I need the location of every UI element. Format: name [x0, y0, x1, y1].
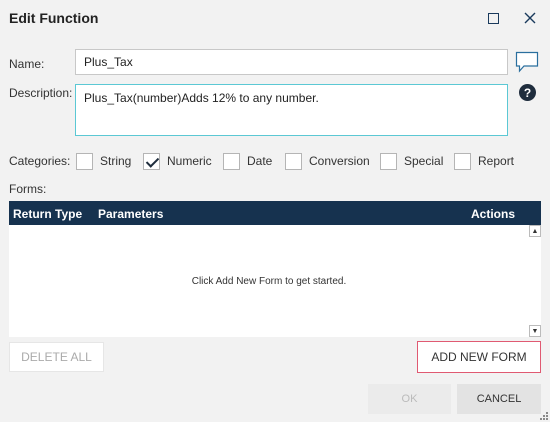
comment-icon	[515, 51, 539, 73]
delete-all-button[interactable]: DELETE ALL	[9, 342, 104, 372]
forms-label: Forms:	[9, 182, 47, 196]
cancel-button[interactable]: CANCEL	[457, 384, 541, 414]
description-textarea[interactable]: Plus_Tax(number)Adds 12% to any number.	[75, 84, 508, 136]
dialog-title: Edit Function	[9, 10, 99, 26]
forms-table-body: Click Add New Form to get started. ▲ ▼	[9, 225, 541, 337]
edit-function-dialog: Edit Function Name: Description: Plus_Ta…	[0, 0, 550, 422]
maximize-icon	[487, 12, 499, 24]
comment-button[interactable]	[515, 51, 539, 73]
ok-button[interactable]: OK	[368, 384, 451, 414]
close-icon	[524, 12, 536, 24]
empty-state-message: Click Add New Form to get started.	[191, 276, 347, 287]
categories-label: Categories:	[9, 154, 71, 168]
category-conversion[interactable]: Conversion	[285, 150, 370, 172]
category-report-label: Report	[478, 154, 515, 168]
name-input[interactable]	[75, 49, 508, 75]
category-report-checkbox[interactable]	[454, 152, 471, 170]
resize-grip-icon[interactable]	[540, 412, 548, 420]
title-bar: Edit Function	[0, 0, 550, 36]
close-button[interactable]	[521, 9, 539, 27]
category-date-checkbox[interactable]	[223, 152, 240, 170]
category-special-label: Special	[404, 154, 444, 168]
category-string[interactable]: String	[76, 150, 131, 172]
column-return-type[interactable]: Return Type	[13, 207, 82, 221]
category-date-label: Date	[247, 154, 273, 168]
help-icon[interactable]: ?	[519, 84, 536, 101]
category-numeric-label: Numeric	[167, 154, 212, 168]
name-label: Name:	[9, 57, 45, 71]
category-string-label: String	[100, 154, 132, 168]
maximize-button[interactable]	[484, 9, 502, 27]
category-special[interactable]: Special	[380, 150, 443, 172]
category-special-checkbox[interactable]	[380, 152, 397, 170]
category-numeric[interactable]: Numeric	[143, 150, 212, 172]
category-date[interactable]: Date	[223, 150, 272, 172]
category-conversion-label: Conversion	[309, 154, 370, 168]
category-string-checkbox[interactable]	[76, 152, 93, 170]
column-actions: Actions	[471, 207, 516, 221]
scroll-up-button[interactable]: ▲	[529, 225, 541, 237]
category-report[interactable]: Report	[454, 150, 514, 172]
column-parameters[interactable]: Parameters	[98, 207, 163, 221]
scroll-down-icon: ▼	[531, 327, 539, 335]
category-numeric-checkbox[interactable]	[143, 152, 160, 170]
scroll-down-button[interactable]: ▼	[529, 325, 541, 337]
forms-table-header: Return Type Parameters Actions	[9, 201, 541, 225]
add-new-form-button[interactable]: ADD NEW FORM	[417, 341, 541, 373]
description-label: Description:	[9, 86, 73, 100]
category-conversion-checkbox[interactable]	[285, 152, 302, 170]
scroll-up-icon: ▲	[531, 227, 539, 235]
